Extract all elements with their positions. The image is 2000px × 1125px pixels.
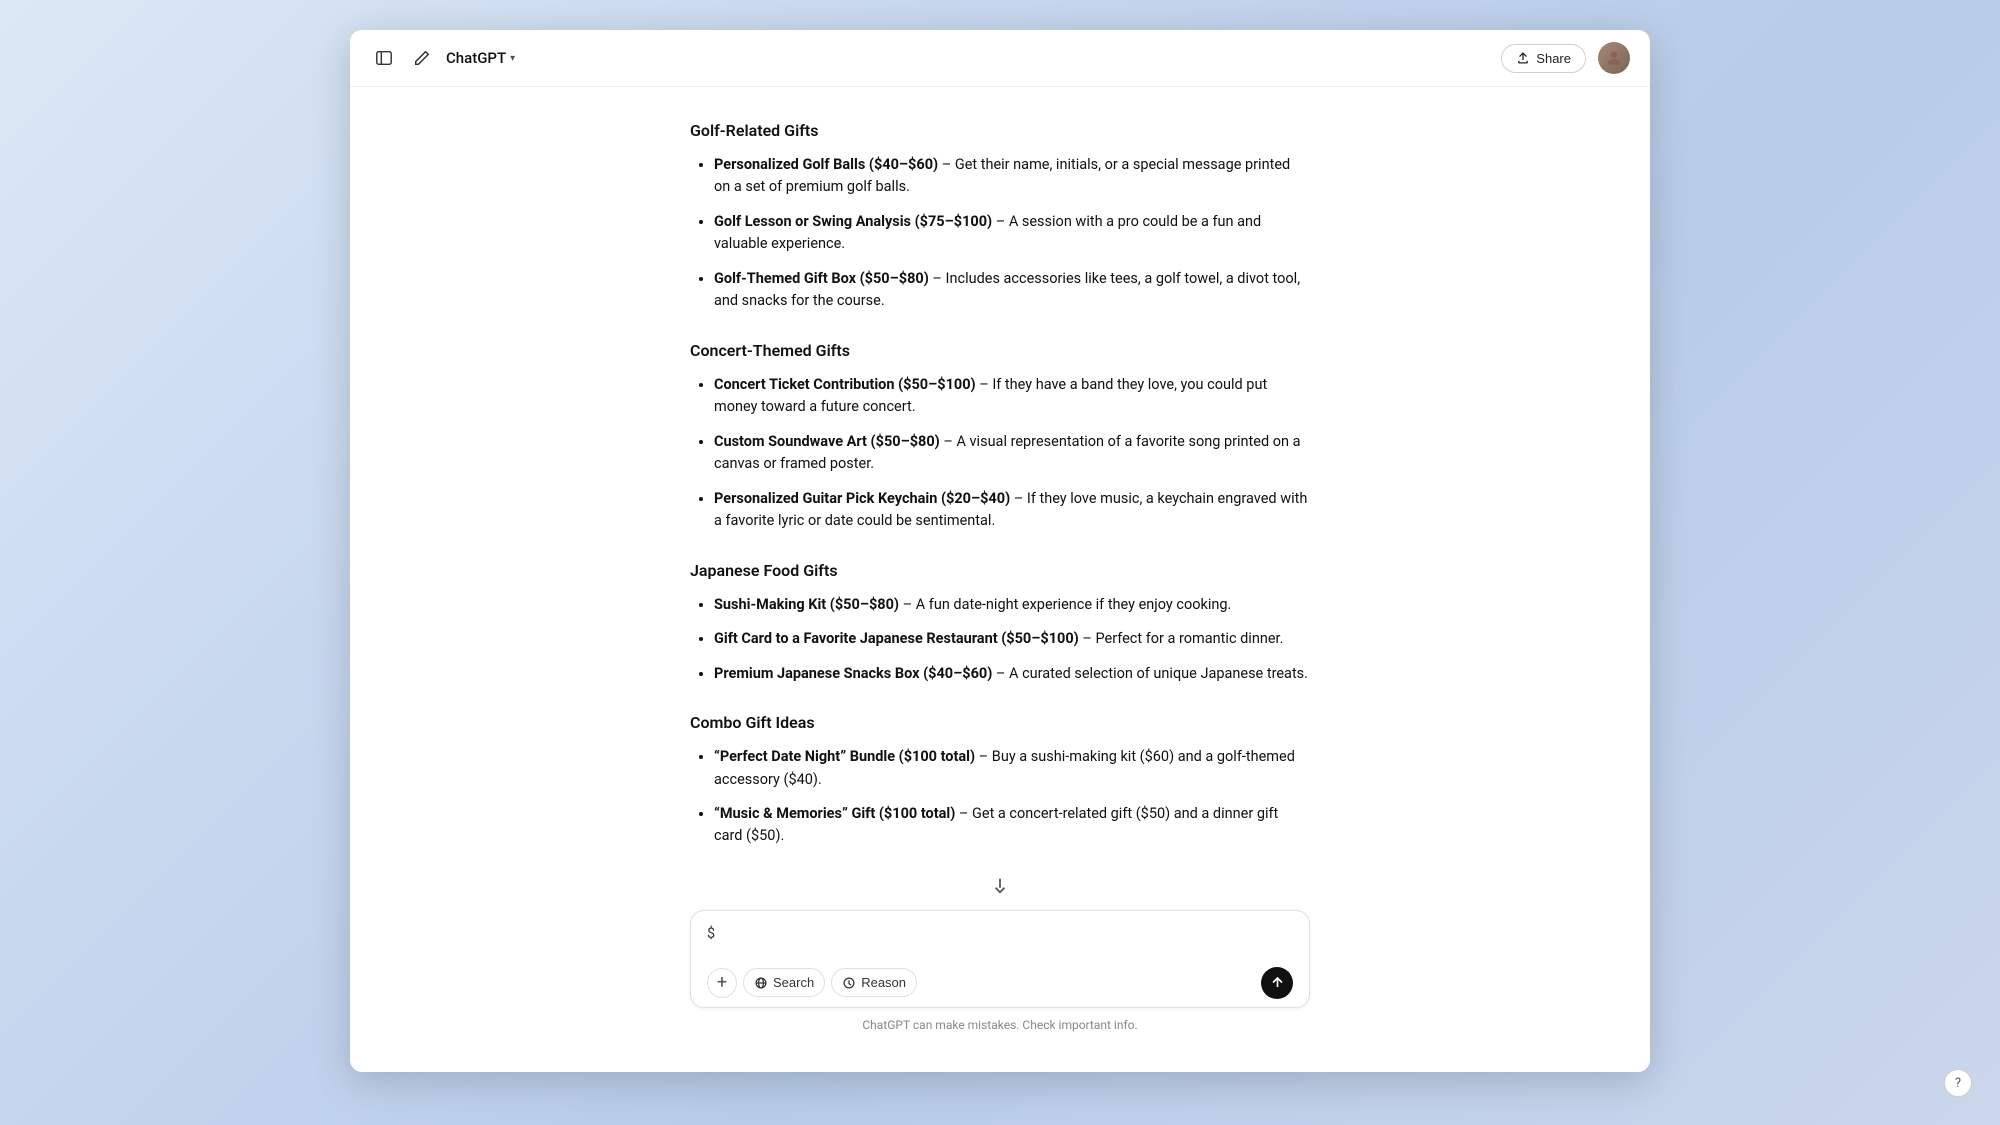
app-title-text: ChatGPT (446, 49, 506, 67)
section-golf: Golf-Related Gifts Personalized Golf Bal… (690, 121, 1310, 313)
gift-name: Golf-Themed Gift Box ($50–$80) (714, 270, 929, 287)
input-toolbar: + Search Reason (707, 967, 1293, 999)
content-area: Golf-Related Gifts Personalized Golf Bal… (350, 87, 1650, 1072)
gift-name: “Perfect Date Night” Bundle ($100 total) (714, 748, 975, 765)
section-japanese: Japanese Food Gifts Sushi-Making Kit ($5… (690, 561, 1310, 685)
section-heading-golf: Golf-Related Gifts (690, 121, 1310, 140)
header-right: Share (1501, 42, 1630, 74)
list-item: Gift Card to a Favorite Japanese Restaur… (714, 628, 1310, 650)
list-item: Golf-Themed Gift Box ($50–$80) – Include… (714, 268, 1310, 313)
section-combo: Combo Gift Ideas “Perfect Date Night” Bu… (690, 713, 1310, 848)
gift-name: Personalized Golf Balls ($40–$60) (714, 156, 938, 173)
app-title[interactable]: ChatGPT ▾ (446, 49, 515, 67)
help-label: ? (1955, 1076, 1961, 1091)
download-icon (991, 876, 1009, 894)
app-window: ChatGPT ▾ Share Golf-Relate (350, 30, 1650, 1072)
share-icon (1516, 51, 1530, 65)
list-item: Sushi-Making Kit ($50–$80) – A fun date-… (714, 594, 1310, 616)
gift-name: Concert Ticket Contribution ($50–$100) (714, 376, 976, 393)
chat-content: Golf-Related Gifts Personalized Golf Bal… (670, 117, 1330, 902)
chevron-down-icon: ▾ (510, 53, 515, 64)
header: ChatGPT ▾ Share (350, 30, 1650, 87)
footer-note: ChatGPT can make mistakes. Check importa… (690, 1018, 1310, 1042)
input-box: $ + Search (690, 910, 1310, 1008)
list-item: Golf Lesson or Swing Analysis ($75–$100)… (714, 211, 1310, 256)
globe-icon (754, 976, 768, 990)
gift-name: Personalized Guitar Pick Keychain ($20–$… (714, 490, 1010, 507)
list-item: Concert Ticket Contribution ($50–$100) –… (714, 374, 1310, 419)
gift-name: Premium Japanese Snacks Box ($40–$60) (714, 665, 992, 682)
search-button[interactable]: Search (743, 968, 825, 997)
list-item: Personalized Golf Balls ($40–$60) – Get … (714, 154, 1310, 199)
sidebar-toggle-icon[interactable] (370, 44, 398, 72)
reason-label: Reason (861, 975, 906, 990)
gift-desc: – Perfect for a romantic dinner. (1079, 630, 1284, 647)
header-left: ChatGPT ▾ (370, 44, 515, 72)
reason-icon (842, 976, 856, 990)
add-button[interactable]: + (707, 968, 737, 998)
gift-list-combo: “Perfect Date Night” Bundle ($100 total)… (690, 746, 1310, 848)
section-heading-concert: Concert-Themed Gifts (690, 341, 1310, 360)
chat-input[interactable]: $ (707, 923, 1293, 955)
gift-name: Custom Soundwave Art ($50–$80) (714, 433, 940, 450)
share-button[interactable]: Share (1501, 44, 1586, 73)
list-item: “Music & Memories” Gift ($100 total) – G… (714, 803, 1310, 848)
list-item: Personalized Guitar Pick Keychain ($20–$… (714, 488, 1310, 533)
list-item: Premium Japanese Snacks Box ($40–$60) – … (714, 663, 1310, 685)
avatar[interactable] (1598, 42, 1630, 74)
gift-name: Sushi-Making Kit ($50–$80) (714, 596, 899, 613)
gift-list-japanese: Sushi-Making Kit ($50–$80) – A fun date-… (690, 594, 1310, 685)
avatar-icon (1604, 48, 1624, 68)
send-icon (1270, 975, 1285, 990)
send-button[interactable] (1261, 967, 1293, 999)
share-label: Share (1536, 51, 1571, 66)
section-heading-japanese: Japanese Food Gifts (690, 561, 1310, 580)
section-concert: Concert-Themed Gifts Concert Ticket Cont… (690, 341, 1310, 533)
gift-list-golf: Personalized Golf Balls ($40–$60) – Get … (690, 154, 1310, 313)
gift-name: Gift Card to a Favorite Japanese Restaur… (714, 630, 1079, 647)
gift-desc: – A fun date-night experience if they en… (899, 596, 1231, 613)
gift-desc: – A curated selection of unique Japanese… (992, 665, 1308, 682)
gift-name: Golf Lesson or Swing Analysis ($75–$100) (714, 213, 992, 230)
gift-name: “Music & Memories” Gift ($100 total) (714, 805, 955, 822)
list-item: “Perfect Date Night” Bundle ($100 total)… (714, 746, 1310, 791)
reason-button[interactable]: Reason (831, 968, 917, 997)
input-container: $ + Search (670, 910, 1330, 1042)
help-button[interactable]: ? (1944, 1069, 1972, 1097)
edit-icon[interactable] (408, 44, 436, 72)
gift-list-concert: Concert Ticket Contribution ($50–$100) –… (690, 374, 1310, 533)
stream-indicator (690, 876, 1310, 894)
search-label: Search (773, 975, 814, 990)
list-item: Custom Soundwave Art ($50–$80) – A visua… (714, 431, 1310, 476)
section-heading-combo: Combo Gift Ideas (690, 713, 1310, 732)
